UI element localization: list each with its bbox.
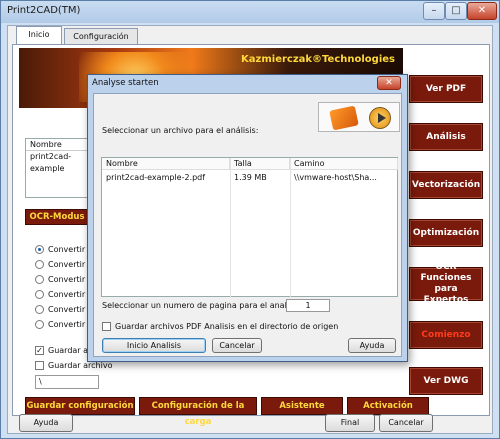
main-window: Print2CAD(TM) – □ ✕ Inicio Configuración… [0, 0, 500, 439]
checkbox-icon [102, 321, 111, 331]
window-title: Print2CAD(TM) [7, 5, 81, 16]
brand-text: Kazmierczak®Technologies [241, 54, 395, 65]
dialog-cancel-button[interactable]: Cancelar [212, 338, 262, 353]
checkbox-icon [35, 360, 44, 370]
checkbox-label: Guardar archivos PDF Analisis en el dire… [115, 321, 339, 331]
dialog-close-icon[interactable]: ✕ [377, 76, 401, 90]
radio-icon [35, 289, 44, 299]
dialog-help-button[interactable]: Ayuda [348, 338, 396, 353]
title-bar: Print2CAD(TM) – □ ✕ [1, 1, 499, 23]
dialog-title: Analyse starten [92, 78, 159, 88]
film-icon [329, 105, 359, 131]
col-header-name[interactable]: Nombre [102, 158, 230, 170]
checkbox-icon: ✓ [35, 345, 44, 355]
radio-icon [35, 244, 44, 254]
page-number-label: Seleccionar un numero de pagina para el … [102, 301, 303, 310]
help-button[interactable]: Ayuda [19, 414, 73, 432]
dialog-body: Seleccionar un archivo para el análisis:… [93, 93, 402, 357]
final-button[interactable]: Final [325, 414, 375, 432]
radio-icon [35, 319, 44, 329]
path-field[interactable]: \ [35, 375, 99, 389]
ocr-expert-button[interactable]: OCR Funciones para Expertos [409, 262, 483, 305]
col-header-size[interactable]: Talla [230, 158, 290, 170]
activation-button[interactable]: Activación [347, 397, 429, 415]
cancel-button[interactable]: Cancelar [379, 414, 433, 432]
file-table[interactable]: Nombre Talla Camino print2cad-example-2.… [101, 157, 398, 298]
play-icon[interactable] [369, 107, 391, 129]
optimization-button[interactable]: Optimización [409, 219, 483, 247]
analysis-button[interactable]: Análisis [409, 123, 483, 151]
maximize-button[interactable]: □ [445, 2, 467, 20]
col-header-path[interactable]: Camino [290, 158, 398, 170]
radio-icon [35, 274, 44, 284]
close-button[interactable]: ✕ [467, 2, 497, 20]
view-dwg-button[interactable]: Ver DWG [409, 367, 483, 395]
radio-icon [35, 259, 44, 269]
load-config-button[interactable]: Configuración de la carga [139, 397, 257, 427]
page-number-input[interactable]: 1 [286, 299, 330, 312]
table-cell-name[interactable]: print2cad-example-2.pdf [102, 172, 230, 184]
table-cell-size[interactable]: 1.39 MB [230, 172, 290, 184]
start-button[interactable]: Comienzo [409, 321, 483, 349]
minimize-button[interactable]: – [423, 2, 445, 20]
save-analysis-checkbox[interactable]: Guardar archivos PDF Analisis en el dire… [102, 320, 338, 332]
wizard-button[interactable]: Asistente [261, 397, 343, 415]
vectorization-button[interactable]: Vectorización [409, 171, 483, 199]
radio-icon [35, 304, 44, 314]
select-file-label: Seleccionar un archivo para el análisis: [102, 126, 259, 135]
dialog-icon-box [318, 102, 400, 132]
ocr-mode-button[interactable]: OCR-Modus [25, 209, 89, 225]
start-analysis-button[interactable]: Inicio Analisis [102, 338, 206, 353]
save-config-button[interactable]: Guardar configuración [25, 397, 135, 415]
tab-configuracion[interactable]: Configuración [64, 28, 138, 44]
table-cell-path[interactable]: \\vmware-host\Sha... [290, 172, 398, 184]
view-pdf-button[interactable]: Ver PDF [409, 75, 483, 103]
analyse-dialog: Analyse starten ✕ Seleccionar un archivo… [87, 74, 408, 362]
tab-inicio[interactable]: Inicio [16, 26, 62, 45]
